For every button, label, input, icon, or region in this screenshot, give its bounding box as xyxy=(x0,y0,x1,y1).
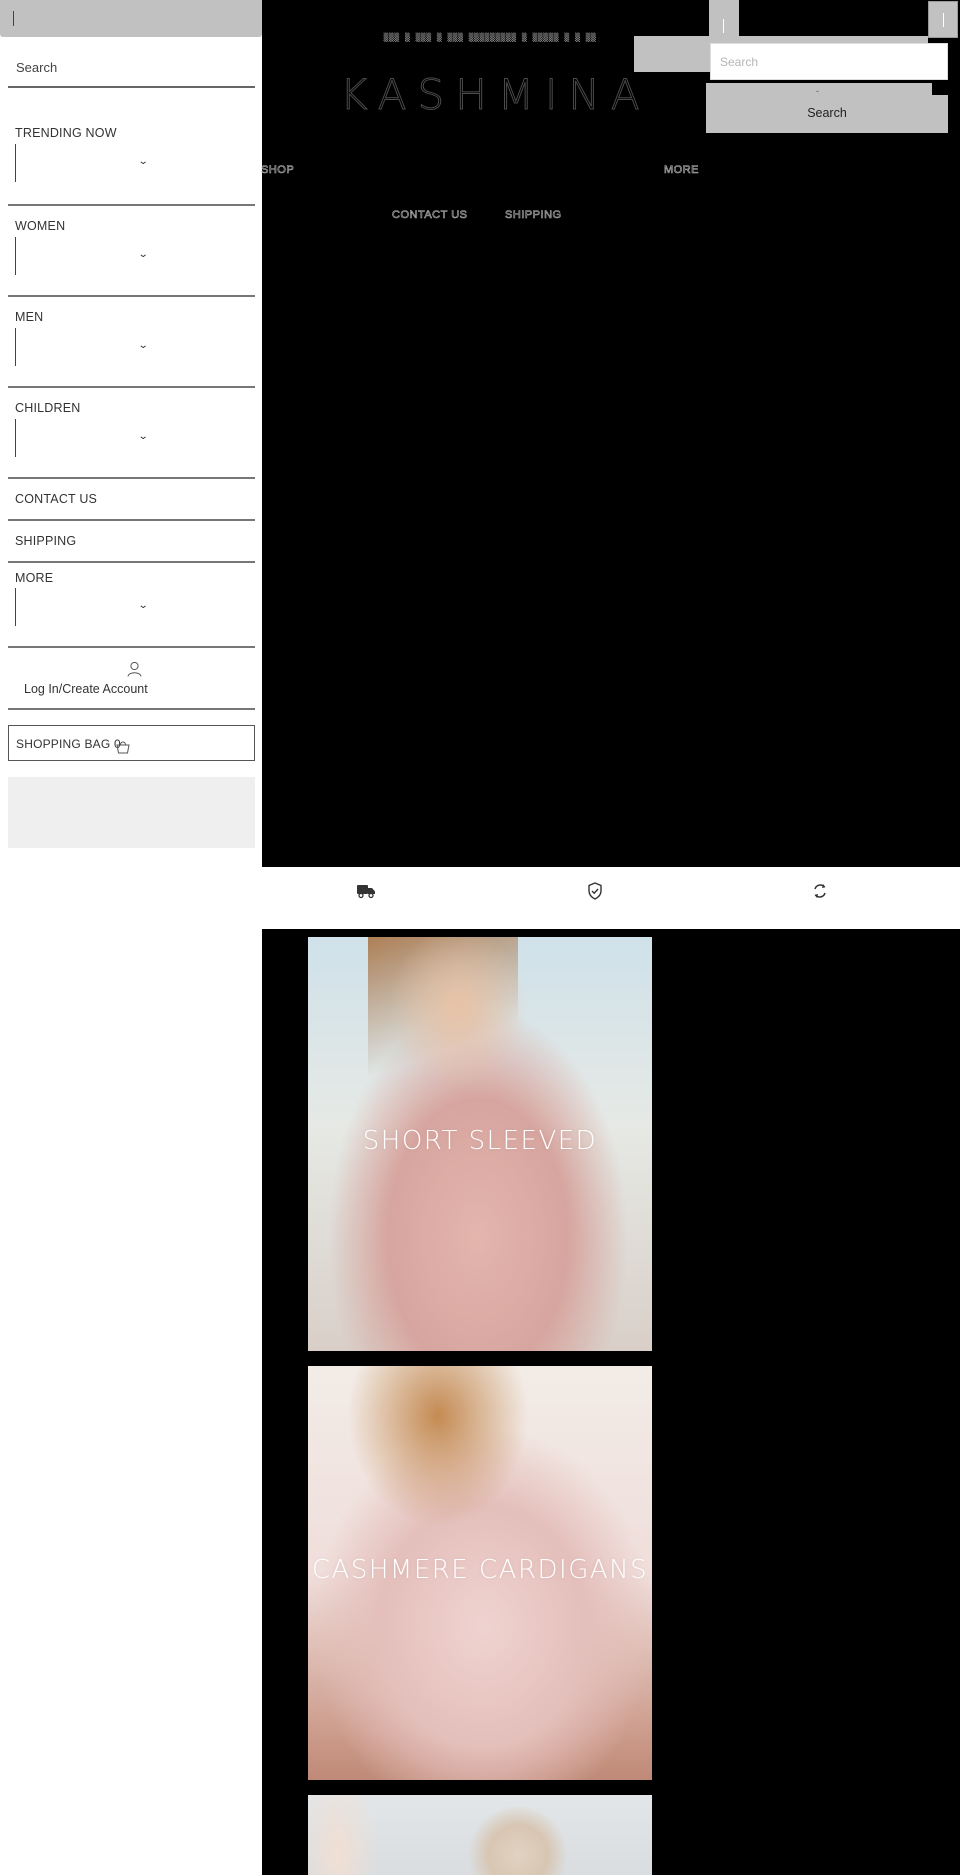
header-menu-toggle[interactable] xyxy=(709,0,739,44)
category-title: SHORT SLEEVED xyxy=(362,1126,598,1156)
chevron-down-icon: ⌄ xyxy=(137,340,149,351)
site-logo[interactable]: KASHMINA xyxy=(340,70,641,120)
shopping-bag-label: SHOPPING BAG 0 xyxy=(16,737,121,751)
more-dropdown[interactable]: ⌄ xyxy=(15,588,175,626)
drawer-close-bar[interactable] xyxy=(0,0,262,37)
menu-section-women: WOMEN ⌄ xyxy=(8,206,255,297)
mobile-menu-drawer: Search TRENDING NOW ⌄ WOMEN ⌄ MEN ⌄ CHIL… xyxy=(0,0,262,1875)
nav-link-contact-us[interactable]: CONTACT US xyxy=(392,209,468,222)
menu-item-shipping[interactable]: SHIPPING xyxy=(8,521,255,563)
menu-section-label: WOMEN xyxy=(15,219,66,233)
user-icon xyxy=(127,661,142,677)
shield-check-icon xyxy=(588,882,602,900)
menu-section-label: TRENDING NOW xyxy=(15,126,117,140)
text-cursor xyxy=(943,13,944,27)
shopping-bag-button[interactable]: SHOPPING BAG 0 xyxy=(8,725,255,761)
category-card-accessories[interactable] xyxy=(308,1795,652,1875)
menu-section-label: MORE xyxy=(15,571,54,585)
header-close-button[interactable] xyxy=(928,1,958,38)
trending-now-dropdown[interactable]: ⌄ xyxy=(15,144,175,182)
category-title: CASHMERE CARDIGANS xyxy=(311,1555,649,1585)
menu-section-children: CHILDREN ⌄ xyxy=(8,388,255,479)
header-search-input[interactable]: Search xyxy=(710,43,948,80)
features-strip xyxy=(262,867,960,929)
nav-link-more[interactable]: MORE xyxy=(664,164,699,177)
menu-section-more: MORE ⌄ xyxy=(8,563,255,648)
nav-link-shop[interactable]: SHOP xyxy=(261,164,294,177)
menu-section-trending-now: TRENDING NOW ⌄ xyxy=(8,92,255,206)
text-cursor xyxy=(13,11,14,26)
menu-item-contact-us[interactable]: CONTACT US xyxy=(8,479,255,521)
drawer-search-field[interactable]: Search xyxy=(8,55,255,88)
announcement-bar-text: ▒▒▒ ▒ ▒▒▒ ▒ ▒▒▒ ▒▒▒▒▒▒▒▒▒ ▒ ▒▒▒▒▒ ▒ ▒ ▒▒ xyxy=(383,33,597,42)
text-cursor xyxy=(723,19,724,33)
nav-link-shipping[interactable]: SHIPPING xyxy=(505,209,562,222)
chevron-down-icon: ⌄ xyxy=(137,249,149,260)
drawer-search-label: Search xyxy=(16,60,58,75)
truck-icon xyxy=(357,885,375,899)
header-search-button[interactable]: - Search xyxy=(706,83,948,133)
login-create-account-link[interactable]: Log In/Create Account xyxy=(8,648,255,710)
account-label: Log In/Create Account xyxy=(24,682,148,696)
menu-section-men: MEN ⌄ xyxy=(8,297,255,388)
search-button-label: Search xyxy=(807,106,847,120)
shopping-bag-icon xyxy=(116,741,130,754)
children-dropdown[interactable]: ⌄ xyxy=(15,419,175,457)
category-card-short-sleeved[interactable]: SHORT SLEEVED xyxy=(308,937,652,1351)
chevron-down-icon: ⌄ xyxy=(137,600,149,611)
menu-item-label: CONTACT US xyxy=(15,492,98,506)
chevron-down-icon: ⌄ xyxy=(137,156,149,167)
category-card-cashmere-cardigans[interactable]: CASHMERE CARDIGANS xyxy=(308,1366,652,1780)
chevron-down-icon: ⌄ xyxy=(137,431,149,442)
search-placeholder: Search xyxy=(720,55,759,69)
refresh-icon xyxy=(814,884,826,898)
men-dropdown[interactable]: ⌄ xyxy=(15,328,175,366)
search-button-dash: - xyxy=(816,86,819,96)
drawer-footer-panel xyxy=(8,777,255,848)
button-notch xyxy=(932,83,948,95)
menu-section-label: CHILDREN xyxy=(15,401,81,415)
menu-item-label: SHIPPING xyxy=(15,534,77,548)
menu-section-label: MEN xyxy=(15,310,44,324)
women-dropdown[interactable]: ⌄ xyxy=(15,237,175,275)
